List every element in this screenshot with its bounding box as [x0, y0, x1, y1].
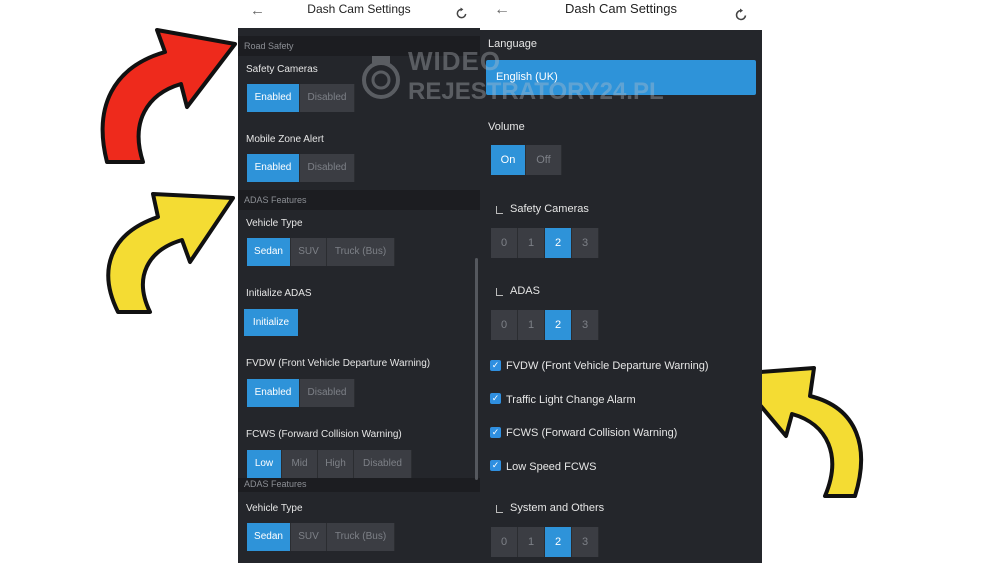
- system-others-level-selector: 0 1 2 3: [491, 527, 599, 557]
- safety-cameras-level-0[interactable]: 0: [491, 228, 518, 258]
- system-level-0[interactable]: 0: [491, 527, 518, 557]
- fvdw-checkbox[interactable]: ✓: [490, 360, 501, 371]
- safety-cameras-level-selector: 0 1 2 3: [491, 228, 599, 258]
- safety-cameras-level-1[interactable]: 1: [518, 228, 545, 258]
- watermark: WIDEO REJESTRATORY24.PL: [358, 46, 664, 126]
- fvdw-toggle: Enabled Disabled: [247, 379, 355, 407]
- low-speed-fcws-check-label: Low Speed FCWS: [506, 461, 597, 473]
- adas-level-3[interactable]: 3: [572, 310, 599, 340]
- initialize-adas-label: Initialize ADAS: [246, 288, 312, 299]
- safety-cameras-label: Safety Cameras: [246, 64, 318, 75]
- left-header: ← Dash Cam Settings: [238, 0, 480, 28]
- section-adas-features: ADAS Features: [238, 190, 480, 210]
- fcws-toggle: Low Mid High Disabled: [247, 450, 412, 478]
- fvdw-disabled-option[interactable]: Disabled: [300, 379, 355, 407]
- tree-corner-icon: [496, 288, 503, 296]
- mobile-zone-alert-label: Mobile Zone Alert: [246, 134, 324, 145]
- safety-cameras-level-2[interactable]: 2: [545, 228, 572, 258]
- adas-level-2[interactable]: 2: [545, 310, 572, 340]
- vehicle-type-toggle: Sedan SUV Truck (Bus): [247, 238, 395, 266]
- vehicle-type-2-sedan-option[interactable]: Sedan: [247, 523, 291, 551]
- vehicle-type-2-truck-option[interactable]: Truck (Bus): [327, 523, 395, 551]
- volume-off-option[interactable]: Off: [526, 145, 562, 175]
- vehicle-type-label: Vehicle Type: [246, 218, 303, 229]
- low-speed-fcws-checkbox[interactable]: ✓: [490, 460, 501, 471]
- system-others-label: System and Others: [510, 502, 605, 514]
- fcws-check-label: FCWS (Forward Collision Warning): [506, 427, 678, 439]
- fcws-checkbox[interactable]: ✓: [490, 427, 501, 438]
- mobile-zone-alert-toggle: Enabled Disabled: [247, 154, 355, 182]
- fvdw-enabled-option[interactable]: Enabled: [247, 379, 300, 407]
- mobile-zone-disabled-option[interactable]: Disabled: [300, 154, 355, 182]
- yellow-curved-arrow-icon: [103, 189, 238, 317]
- page-title: Dash Cam Settings: [307, 2, 411, 16]
- vehicle-type-sedan-option[interactable]: Sedan: [247, 238, 291, 266]
- refresh-icon[interactable]: [734, 8, 748, 22]
- camera-logo-icon: [362, 56, 400, 99]
- system-level-2[interactable]: 2: [545, 527, 572, 557]
- safety-cameras-disabled-option[interactable]: Disabled: [300, 84, 355, 112]
- refresh-icon[interactable]: [455, 7, 468, 20]
- mobile-zone-enabled-option[interactable]: Enabled: [247, 154, 300, 182]
- volume-on-option[interactable]: On: [491, 145, 526, 175]
- volume-toggle: On Off: [491, 145, 562, 175]
- fvdw-label: FVDW (Front Vehicle Departure Warning): [246, 358, 431, 369]
- vehicle-type-label-2: Vehicle Type: [246, 503, 303, 514]
- safety-cameras-level-label: Safety Cameras: [510, 203, 589, 215]
- safety-cameras-level-3[interactable]: 3: [572, 228, 599, 258]
- fcws-low-option[interactable]: Low: [247, 450, 282, 478]
- watermark-line1: WIDEO: [408, 46, 502, 76]
- vehicle-type-2-suv-option[interactable]: SUV: [291, 523, 327, 551]
- initialize-button[interactable]: Initialize: [244, 309, 298, 336]
- watermark-line2: REJESTRATORY24.PL: [408, 78, 664, 105]
- vehicle-type-truck-option[interactable]: Truck (Bus): [327, 238, 395, 266]
- vehicle-type-suv-option[interactable]: SUV: [291, 238, 327, 266]
- system-level-1[interactable]: 1: [518, 527, 545, 557]
- adas-level-selector: 0 1 2 3: [491, 310, 599, 340]
- adas-level-0[interactable]: 0: [491, 310, 518, 340]
- section-adas-features-repeat: ADAS Features: [238, 478, 480, 492]
- red-curved-arrow-icon: [97, 25, 240, 167]
- fcws-mid-option[interactable]: Mid: [282, 450, 318, 478]
- safety-cameras-enabled-option[interactable]: Enabled: [247, 84, 300, 112]
- tree-corner-icon: [496, 505, 503, 513]
- fcws-label: FCWS (Forward Collision Warning): [246, 429, 402, 440]
- system-level-3[interactable]: 3: [572, 527, 599, 557]
- safety-cameras-toggle: Enabled Disabled: [247, 84, 355, 112]
- adas-level-1[interactable]: 1: [518, 310, 545, 340]
- adas-level-label: ADAS: [510, 285, 540, 297]
- traffic-light-check-label: Traffic Light Change Alarm: [506, 394, 636, 406]
- traffic-light-checkbox[interactable]: ✓: [490, 393, 501, 404]
- fvdw-check-label: FVDW (Front Vehicle Departure Warning): [506, 360, 709, 372]
- scrollbar[interactable]: [475, 258, 478, 480]
- tree-corner-icon: [496, 206, 503, 214]
- right-header: ← Dash Cam Settings: [480, 0, 762, 30]
- page-title: Dash Cam Settings: [565, 1, 677, 16]
- fcws-disabled-option[interactable]: Disabled: [354, 450, 412, 478]
- fcws-high-option[interactable]: High: [318, 450, 354, 478]
- vehicle-type-toggle-2: Sedan SUV Truck (Bus): [247, 523, 395, 551]
